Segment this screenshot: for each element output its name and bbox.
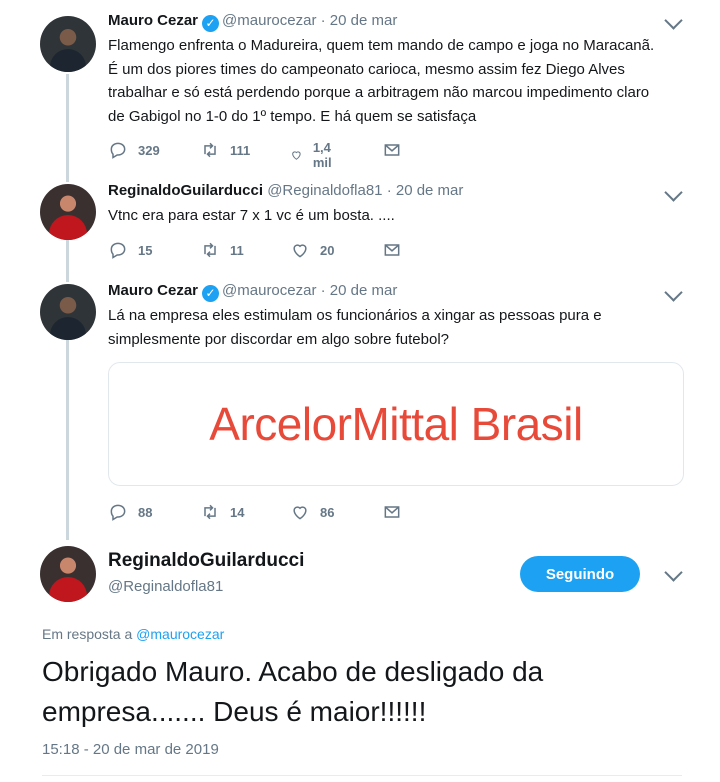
reply-button[interactable]: 88 <box>108 502 152 522</box>
author-handle[interactable]: @maurocezar <box>222 282 316 299</box>
like-count: 20 <box>320 242 335 258</box>
divider <box>42 775 682 776</box>
direct-message-icon <box>384 506 400 518</box>
tweet-text: Vtnc era para estar 7 x 1 vc é um bosta.… <box>108 207 395 224</box>
author-name[interactable]: Mauro Cezar <box>108 282 198 299</box>
tweet-header: ReginaldoGuilarducci @Reginaldofla81 · 2… <box>108 182 463 199</box>
retweet-button[interactable]: 111 <box>200 140 250 160</box>
retweet-count: 11 <box>230 242 244 258</box>
following-button[interactable]: Seguindo <box>520 556 640 592</box>
like-icon <box>293 244 307 258</box>
tweet: Mauro Cezar ✓ @maurocezar · 20 de mar Flam… <box>0 0 720 180</box>
retweet-button[interactable]: 11 <box>200 240 244 260</box>
verified-badge-icon: ✓ <box>202 285 220 302</box>
reply-count: 329 <box>138 142 160 158</box>
chevron-down-icon[interactable] <box>664 563 683 582</box>
direct-message-button[interactable] <box>382 240 402 260</box>
main-tweet-text: Obrigado Mauro. Acabo de desligado da em… <box>42 656 544 727</box>
verified-badge-icon: ✓ <box>202 15 220 32</box>
reply-icon <box>110 142 126 159</box>
like-button[interactable]: 20 <box>290 240 334 260</box>
author-name[interactable]: ReginaldoGuilarducci <box>108 182 263 199</box>
retweet-count: 111 <box>230 142 251 158</box>
reply-button[interactable]: 329 <box>108 140 160 160</box>
reply-prefix: Em resposta a <box>42 626 133 642</box>
retweet-count: 14 <box>230 504 245 520</box>
like-button[interactable]: 86 <box>290 502 334 522</box>
chevron-down-icon[interactable] <box>664 11 683 30</box>
avatar[interactable] <box>40 16 96 72</box>
reply-count: 15 <box>138 242 153 258</box>
direct-message-icon <box>384 144 400 156</box>
author-handle[interactable]: @Reginaldofla81 <box>267 182 382 199</box>
like-icon <box>293 506 307 520</box>
tweet-date[interactable]: · 20 de mar <box>321 12 398 29</box>
author-name[interactable]: Mauro Cezar <box>108 12 198 29</box>
tweet: ReginaldoGuilarducci @Reginaldofla81 · 2… <box>0 180 720 280</box>
avatar[interactable] <box>40 284 96 340</box>
reply-button[interactable]: 15 <box>108 240 152 260</box>
avatar[interactable] <box>40 546 96 602</box>
tweet-date[interactable]: · 20 de mar <box>321 282 398 299</box>
direct-message-button[interactable] <box>382 140 402 160</box>
card-title: ArcelorMittal Brasil <box>209 398 583 450</box>
avatar[interactable] <box>40 184 96 240</box>
reply-context: Em resposta a @maurocezar <box>42 626 224 642</box>
chevron-down-icon[interactable] <box>664 183 683 202</box>
reply-count: 88 <box>138 504 153 520</box>
tweet-text: Flamengo enfrenta o Madureira, quem tem … <box>108 37 655 125</box>
tweet-date[interactable]: · 20 de mar <box>387 182 464 199</box>
chevron-down-icon[interactable] <box>664 283 683 302</box>
author-handle[interactable]: @Reginaldofla81 <box>108 578 223 595</box>
like-count: 1,4 mil <box>312 140 332 170</box>
author-name[interactable]: ReginaldoGuilarducci <box>108 550 304 572</box>
reply-icon <box>110 242 126 259</box>
direct-message-button[interactable] <box>382 502 402 522</box>
author-handle[interactable]: @maurocezar <box>222 12 316 29</box>
tweet-timestamp[interactable]: 15:18 - 20 de mar de 2019 <box>42 741 219 758</box>
retweet-icon <box>204 242 216 258</box>
like-button[interactable]: 1,4 mil <box>290 140 339 170</box>
reply-icon <box>110 504 126 521</box>
tweet-text: Lá na empresa eles estimulam os funcioná… <box>108 307 602 348</box>
retweet-icon <box>204 504 216 520</box>
tweet-header: Mauro Cezar ✓ @maurocezar · 20 de mar <box>108 282 397 302</box>
retweet-icon <box>204 142 216 158</box>
retweet-button[interactable]: 14 <box>200 502 244 522</box>
tweet-header: Mauro Cezar ✓ @maurocezar · 20 de mar <box>108 12 397 32</box>
like-count: 86 <box>320 504 335 520</box>
direct-message-icon <box>384 244 400 256</box>
reply-to-link[interactable]: @maurocezar <box>136 626 224 642</box>
like-icon <box>292 151 301 160</box>
link-card[interactable]: ArcelorMittal Brasil <box>108 362 684 486</box>
